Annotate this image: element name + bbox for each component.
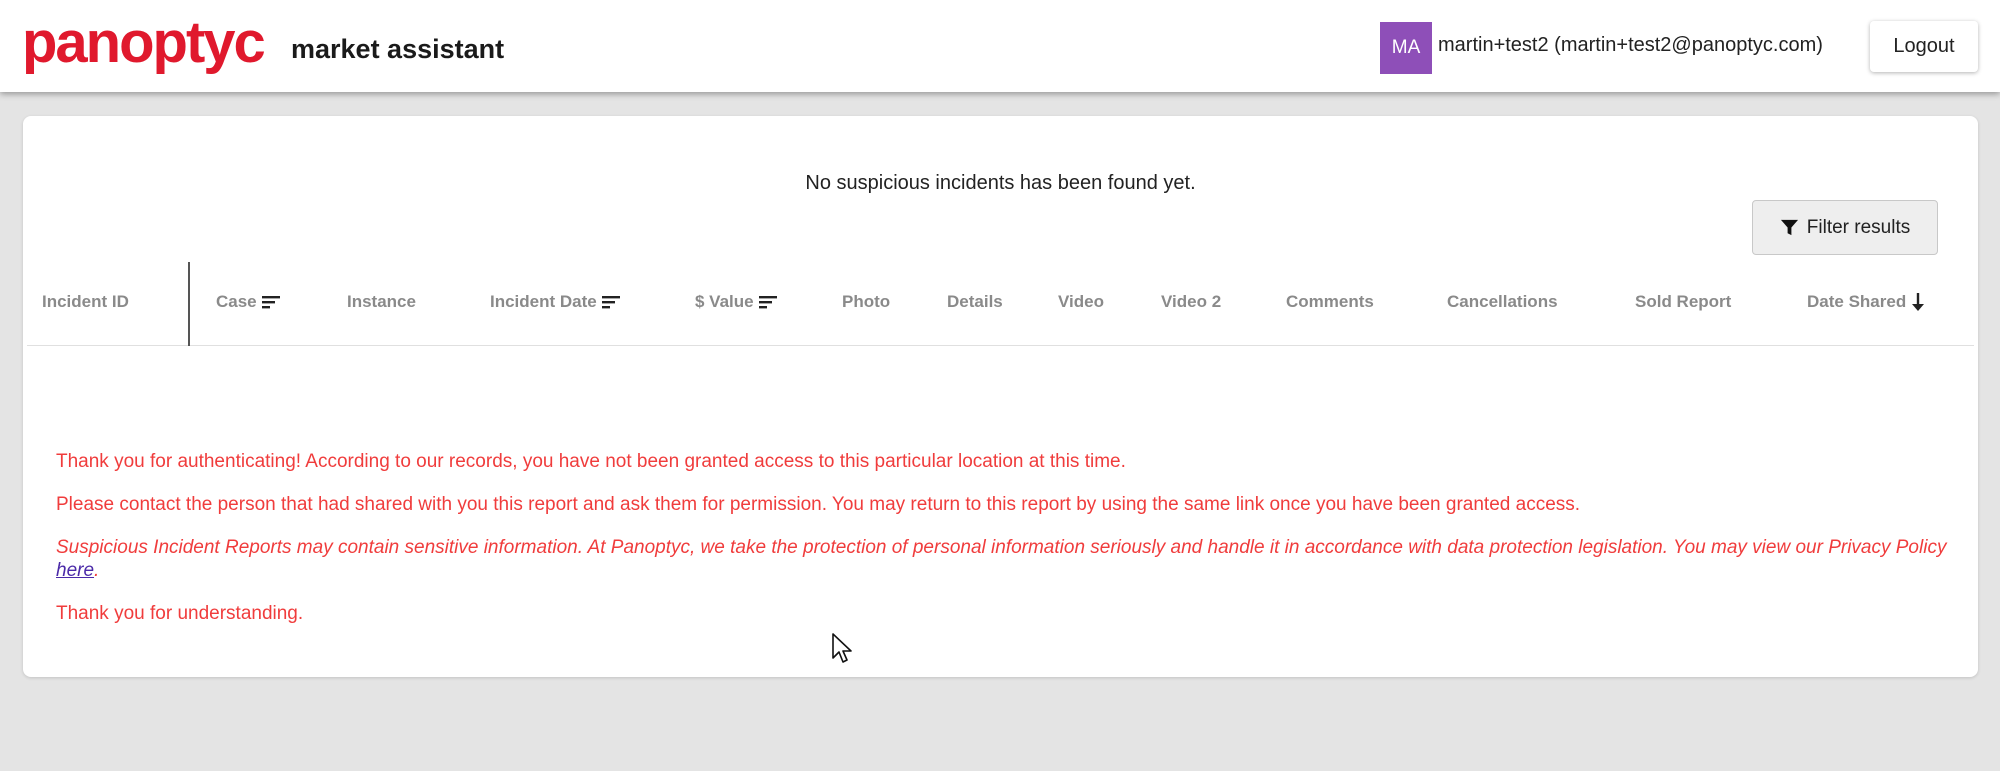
- filter-results-label: Filter results: [1806, 216, 1911, 238]
- brand-logo[interactable]: panoptyc: [22, 14, 266, 72]
- filter-icon: [1780, 219, 1798, 236]
- contact-instructions-message: Please contact the person that had share…: [56, 494, 1581, 515]
- column-header-incident-id[interactable]: Incident ID: [42, 292, 129, 312]
- column-resize-divider[interactable]: [188, 262, 190, 346]
- column-header-value[interactable]: $ Value: [695, 292, 777, 312]
- sort-icon[interactable]: [261, 295, 280, 309]
- sort-icon[interactable]: [601, 295, 620, 309]
- incidents-card: No suspicious incidents has been found y…: [23, 116, 1978, 677]
- column-header-incident-date[interactable]: Incident Date: [490, 292, 620, 312]
- column-header-sold-report[interactable]: Sold Report: [1635, 292, 1731, 312]
- column-header-details[interactable]: Details: [947, 292, 1003, 312]
- app-header: panoptyc market assistant MA martin+test…: [0, 0, 2000, 92]
- column-header-instance[interactable]: Instance: [347, 292, 416, 312]
- avatar[interactable]: MA: [1380, 22, 1432, 74]
- column-header-cancellations[interactable]: Cancellations: [1447, 292, 1558, 312]
- privacy-notice-text: Suspicious Incident Reports may contain …: [56, 537, 1947, 558]
- column-header-video-2[interactable]: Video 2: [1161, 292, 1221, 312]
- app-subtitle: market assistant: [291, 34, 505, 64]
- privacy-policy-link[interactable]: here: [56, 560, 94, 581]
- privacy-notice: Suspicious Incident Reports may contain …: [56, 536, 1956, 582]
- filter-results-button[interactable]: Filter results: [1752, 200, 1938, 255]
- table-header-row: Incident ID Case Instance Incident Date …: [27, 262, 1974, 346]
- column-header-date-shared[interactable]: Date Shared: [1807, 292, 1925, 312]
- user-account-label: martin+test2 (martin+test2@panoptyc.com): [1438, 34, 1823, 56]
- sort-icon[interactable]: [758, 295, 777, 309]
- column-header-video[interactable]: Video: [1058, 292, 1104, 312]
- privacy-notice-period: .: [94, 560, 100, 581]
- column-header-photo[interactable]: Photo: [842, 292, 890, 312]
- logout-button[interactable]: Logout: [1870, 21, 1978, 72]
- thank-you-message: Thank you for understanding.: [56, 603, 304, 624]
- logo-text: panoptyc: [22, 10, 266, 75]
- empty-state-message: No suspicious incidents has been found y…: [805, 172, 1196, 194]
- mouse-cursor-icon: [832, 633, 852, 663]
- arrow-down-icon[interactable]: [1911, 292, 1925, 312]
- column-header-comments[interactable]: Comments: [1286, 292, 1374, 312]
- column-header-case[interactable]: Case: [216, 292, 280, 312]
- access-denied-message: Thank you for authenticating! According …: [56, 451, 1126, 472]
